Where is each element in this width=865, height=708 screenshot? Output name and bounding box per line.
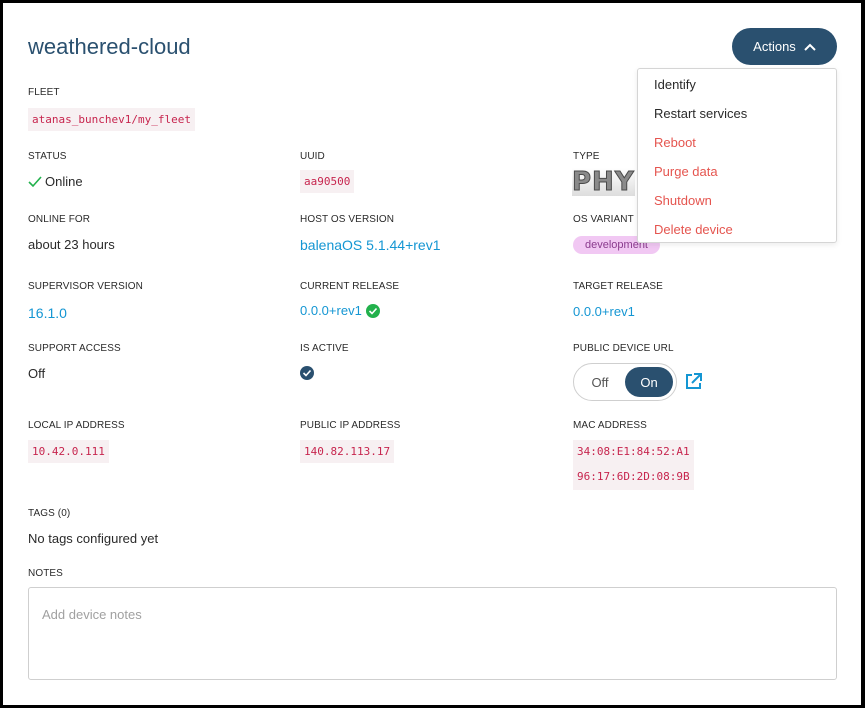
current-release-value: 0.0.0+rev1 (300, 303, 380, 318)
notes-placeholder: Add device notes (42, 607, 142, 622)
active-check-icon (300, 366, 314, 380)
menu-item-restart-services[interactable]: Restart services (654, 106, 747, 121)
menu-item-delete-device[interactable]: Delete device (654, 222, 733, 237)
chevron-up-icon (804, 43, 816, 51)
online-for-value: about 23 hours (28, 237, 115, 252)
local-ip-label: LOCAL IP ADDRESS (28, 420, 125, 431)
device-type-logo: PHY (572, 167, 635, 197)
online-for-label: ONLINE FOR (28, 214, 91, 225)
external-link-icon (686, 373, 702, 389)
target-release-link[interactable]: 0.0.0+rev1 (573, 304, 635, 319)
uuid-label: UUID (300, 151, 325, 162)
public-ip-label: PUBLIC IP ADDRESS (300, 420, 401, 431)
host-os-link[interactable]: balenaOS 5.1.44+rev1 (300, 237, 441, 253)
fleet-value: atanas_bunchev1/my_fleet (28, 108, 195, 131)
type-label: TYPE (573, 151, 600, 162)
fleet-label: FLEET (28, 87, 60, 98)
public-ip-value: 140.82.113.17 (300, 440, 395, 463)
tags-label: TAGS (0) (28, 508, 71, 519)
supervisor-label: SUPERVISOR VERSION (28, 281, 143, 292)
mac-address-list: 34:08:E1:84:52:A1 96:17:6D:2D:08:9B (573, 440, 694, 490)
uuid-value[interactable]: aa90500 (300, 170, 355, 193)
open-public-url-button[interactable] (684, 372, 703, 396)
toggle-on-option[interactable]: On (625, 367, 673, 397)
menu-item-identify[interactable]: Identify (654, 77, 696, 92)
check-circle-icon (365, 303, 380, 318)
check-icon (28, 175, 42, 187)
status-text: Online (45, 174, 83, 189)
current-release-link[interactable]: 0.0.0+rev1 (300, 303, 362, 318)
actions-button-label: Actions (753, 39, 796, 54)
host-os-label: HOST OS VERSION (300, 214, 395, 225)
actions-menu: Identify Restart services Reboot Purge d… (637, 68, 837, 243)
device-name-title: weathered-cloud (28, 34, 191, 59)
toggle-off-option[interactable]: Off (574, 364, 626, 400)
public-url-label: PUBLIC DEVICE URL (573, 343, 674, 354)
tags-empty-text: No tags configured yet (28, 531, 159, 546)
target-release-label: TARGET RELEASE (573, 281, 663, 292)
supervisor-link[interactable]: 16.1.0 (28, 305, 67, 321)
public-url-toggle[interactable]: Off On (573, 363, 677, 401)
local-ip-value: 10.42.0.111 (28, 440, 109, 463)
menu-item-reboot[interactable]: Reboot (654, 135, 696, 150)
is-active-indicator (300, 366, 314, 385)
device-details-panel: weathered-cloud Actions FLEET atanas_bun… (3, 3, 861, 705)
actions-button[interactable]: Actions (732, 28, 837, 65)
is-active-label: IS ACTIVE (300, 343, 349, 354)
menu-item-shutdown[interactable]: Shutdown (654, 193, 712, 208)
mac-address-label: MAC ADDRESS (573, 420, 647, 431)
status-label: STATUS (28, 151, 67, 162)
support-access-label: SUPPORT ACCESS (28, 343, 121, 354)
os-variant-label: OS VARIANT (573, 214, 634, 225)
mac-address-value: 34:08:E1:84:52:A1 (577, 445, 690, 458)
notes-label: NOTES (28, 568, 63, 579)
status-value: Online (28, 174, 83, 189)
current-release-label: CURRENT RELEASE (300, 281, 400, 292)
notes-textarea[interactable]: Add device notes (28, 587, 837, 680)
mac-address-value: 96:17:6D:2D:08:9B (577, 470, 690, 483)
menu-item-purge-data[interactable]: Purge data (654, 164, 718, 179)
support-access-value: Off (28, 366, 46, 381)
